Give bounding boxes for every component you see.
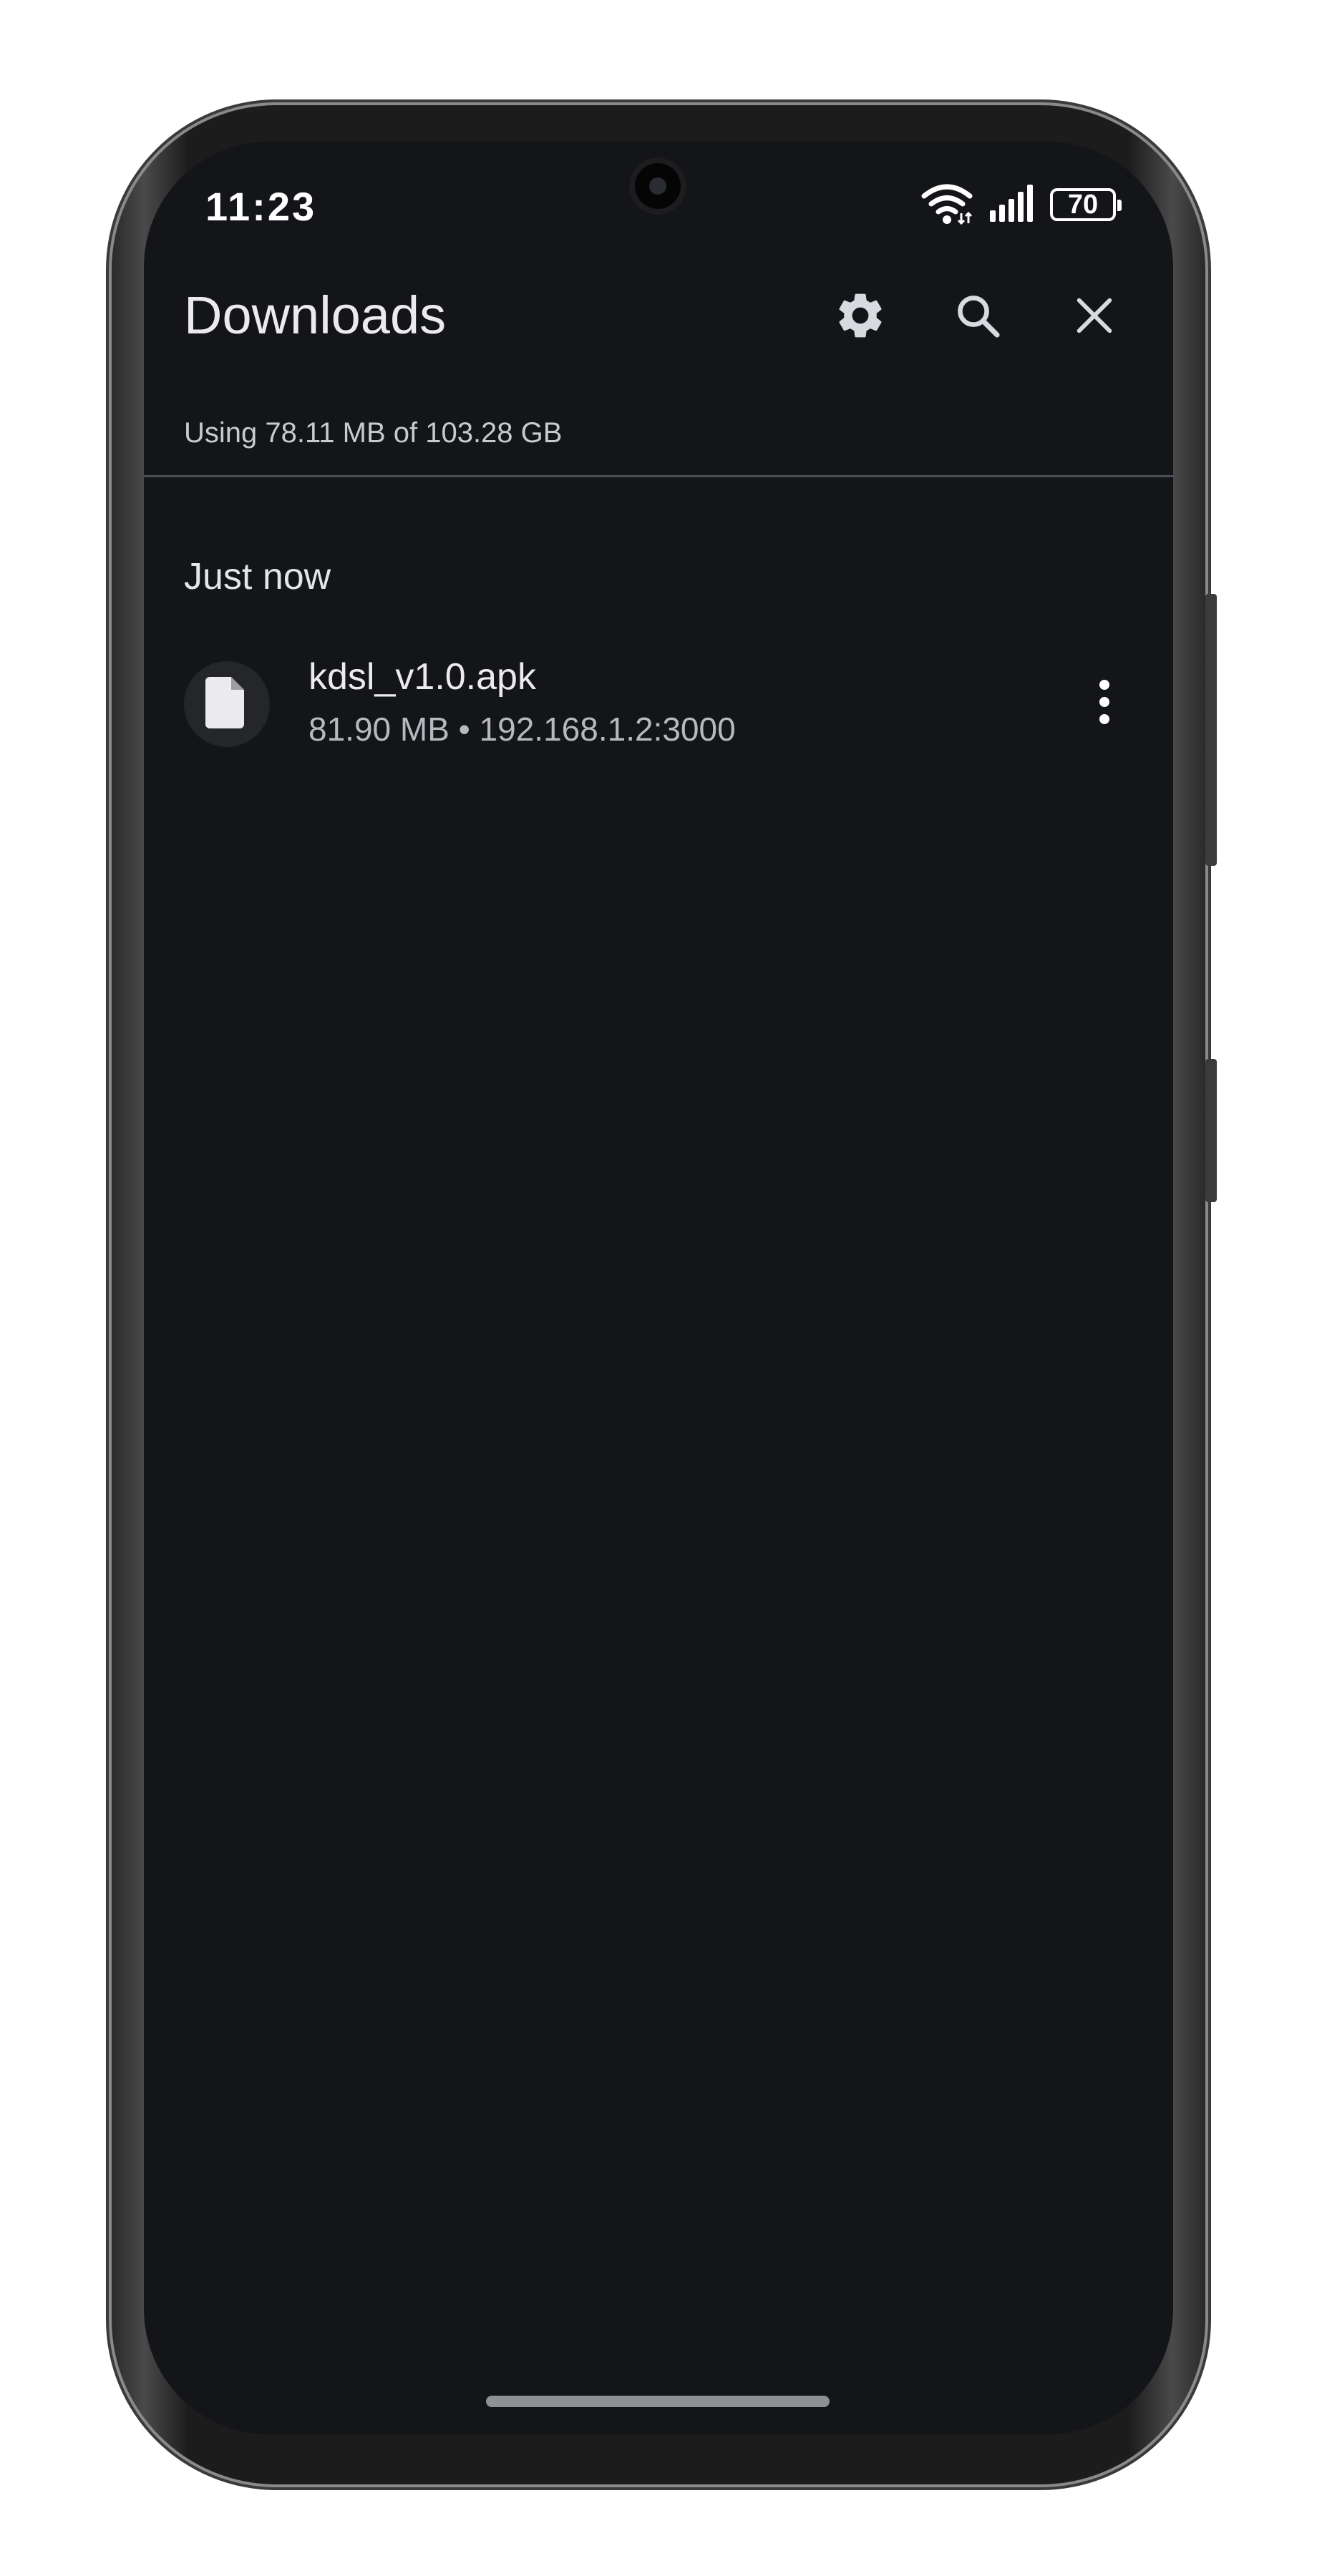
status-icons: 70 — [920, 182, 1122, 228]
file-meta: 81.90 MB • 192.168.1.2:3000 — [308, 711, 736, 748]
status-time: 11:23 — [205, 184, 317, 229]
screen: 11:23 70 Downloads Using 78.11 MB of 103… — [144, 142, 1173, 2434]
home-indicator[interactable] — [486, 2396, 830, 2407]
power-button — [1205, 1059, 1217, 1202]
page-title: Downloads — [184, 286, 447, 345]
wifi-icon — [920, 182, 974, 228]
download-item[interactable]: kdsl_v1.0.apk 81.90 MB • 192.168.1.2:300… — [184, 655, 1133, 756]
storage-usage-text: Using 78.11 MB of 103.28 GB — [184, 417, 563, 449]
gear-icon — [833, 288, 888, 346]
file-icon-container — [184, 661, 270, 747]
settings-button[interactable] — [828, 285, 893, 349]
battery-icon: 70 — [1050, 188, 1122, 221]
more-vert-icon — [1097, 678, 1112, 729]
header-divider — [144, 475, 1173, 477]
more-options-button[interactable] — [1076, 671, 1133, 736]
search-icon — [952, 290, 1003, 345]
signal-icon — [988, 183, 1036, 227]
front-camera — [629, 157, 686, 215]
search-button[interactable] — [946, 285, 1010, 349]
volume-button — [1205, 594, 1217, 866]
file-icon — [205, 676, 248, 732]
close-icon — [1071, 293, 1117, 342]
file-name[interactable]: kdsl_v1.0.apk — [308, 655, 536, 698]
section-header: Just now — [184, 556, 331, 597]
close-button[interactable] — [1062, 285, 1127, 349]
